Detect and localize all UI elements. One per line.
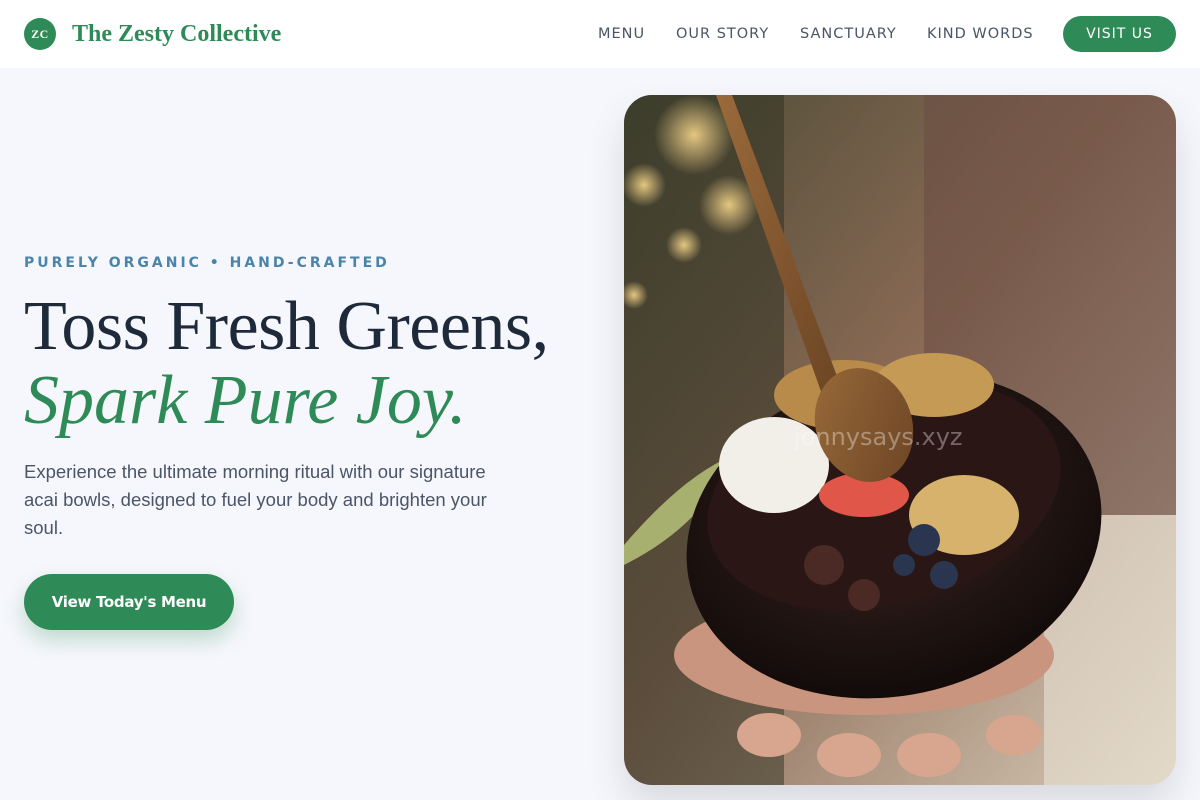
hero-headline-line2: Spark Pure Joy.: [24, 362, 467, 439]
acai-bowl-photo: jonnysays.xyz: [624, 95, 1176, 785]
nav-link-our-story[interactable]: OUR STORY: [676, 25, 769, 43]
view-menu-button[interactable]: View Today's Menu: [24, 574, 234, 630]
nav-link-menu[interactable]: MENU: [598, 25, 645, 43]
image-watermark: jonnysays.xyz: [793, 423, 963, 451]
hero-headline-line1: Toss Fresh Greens,: [24, 288, 549, 365]
brand-name[interactable]: The Zesty Collective: [72, 19, 281, 49]
hero-eyebrow: PURELY ORGANIC • HAND-CRAFTED: [24, 255, 390, 271]
hero-description: Experience the ultimate morning ritual w…: [24, 461, 487, 538]
visit-us-button[interactable]: VISIT US: [1063, 16, 1176, 52]
nav-link-kind-words[interactable]: KIND WORDS: [927, 25, 1034, 43]
nav-link-sanctuary[interactable]: SANCTUARY: [800, 25, 897, 43]
logo-badge[interactable]: ZC: [24, 18, 56, 50]
site-header: ZC The Zesty Collective MENU OUR STORY S…: [0, 0, 1200, 68]
